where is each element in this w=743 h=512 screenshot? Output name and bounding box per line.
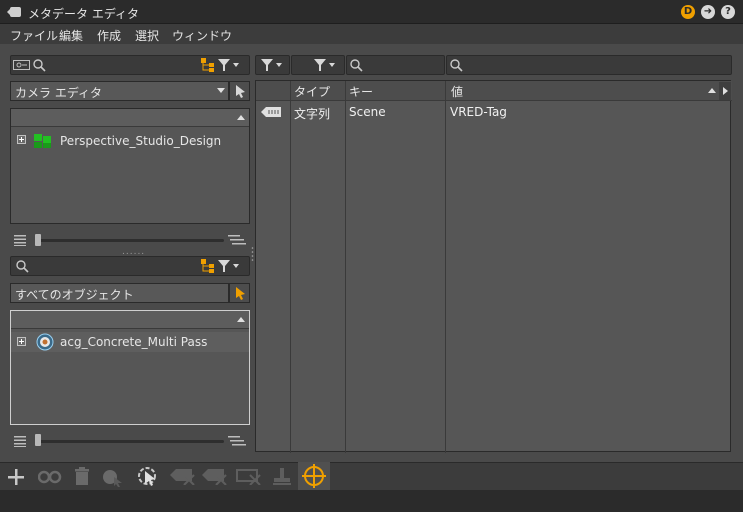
d-badge-icon[interactable]: D: [681, 5, 695, 19]
stamp-icon[interactable]: [272, 467, 292, 487]
tag-search-icon[interactable]: [13, 59, 31, 71]
tree-item-label: acg_Concrete_Multi Pass: [60, 335, 208, 349]
help-icon[interactable]: ?: [721, 5, 735, 19]
table-row[interactable]: 文字列 Scene VRED-Tag: [256, 102, 732, 122]
column-header-value[interactable]: 値: [451, 83, 463, 100]
scroll-right-icon[interactable]: [719, 82, 731, 100]
filter-icon: [314, 59, 336, 71]
type-filter-button[interactable]: [291, 55, 345, 75]
column-header-key[interactable]: キー: [349, 83, 373, 100]
status-bar: [0, 490, 743, 512]
tree-item[interactable]: Perspective_Studio_Design: [11, 131, 249, 151]
back-icon[interactable]: [7, 6, 21, 18]
menu-edit[interactable]: 編集: [59, 27, 83, 44]
list-large-icon[interactable]: [228, 234, 246, 246]
link-icon[interactable]: [38, 469, 62, 485]
remove-all-tags-icon[interactable]: [236, 467, 262, 485]
object-tree-panel: acg_Concrete_Multi Pass: [10, 310, 250, 425]
camera-editor-combo[interactable]: カメラ エディタ: [10, 81, 229, 101]
material-sphere-icon: [36, 333, 54, 351]
target-icon[interactable]: [298, 462, 330, 490]
vertical-splitter[interactable]: [251, 246, 254, 262]
menu-create[interactable]: 作成: [97, 27, 121, 44]
search-icon: [350, 59, 363, 72]
tree-header: [11, 109, 249, 127]
expand-plus-icon[interactable]: [17, 135, 27, 145]
filter-icon: [261, 59, 283, 71]
list-small-icon[interactable]: [14, 234, 26, 246]
zoom-slider-track[interactable]: [36, 440, 224, 443]
chevron-down-icon: [217, 88, 225, 94]
list-large-icon[interactable]: [228, 435, 246, 447]
window-title: メタデータ エディタ: [28, 7, 139, 21]
camera-editor-combo-label: カメラ エディタ: [15, 86, 102, 100]
tree-header: [11, 311, 249, 329]
tree-item-label: Perspective_Studio_Design: [60, 134, 222, 148]
add-icon[interactable]: [6, 467, 26, 487]
scene-search-field[interactable]: [10, 55, 250, 75]
tree-item[interactable]: acg_Concrete_Multi Pass: [11, 332, 249, 352]
menu-select[interactable]: 選択: [135, 27, 159, 44]
table-header: タイプ キー 値: [256, 81, 732, 101]
bottom-toolbar: [0, 462, 743, 490]
pick-camera-pointer-icon[interactable]: [229, 81, 250, 101]
column-divider[interactable]: [345, 81, 346, 453]
tag-icon: [261, 107, 281, 117]
pick-object-pointer-icon[interactable]: [229, 283, 250, 303]
sort-up-icon[interactable]: [708, 88, 716, 93]
hierarchy-icon[interactable]: [201, 259, 215, 273]
filter-icon[interactable]: [218, 260, 240, 272]
object-search-field[interactable]: [10, 256, 250, 276]
value-search-field[interactable]: [446, 55, 732, 75]
sort-up-icon[interactable]: [237, 317, 245, 322]
menu-window[interactable]: ウィンドウ: [172, 27, 232, 44]
search-icon: [33, 59, 46, 72]
menu-file[interactable]: ファイル: [10, 27, 58, 44]
remove-tag-icon[interactable]: [202, 467, 228, 485]
all-objects-combo-label: すべてのオブジェクト: [15, 288, 134, 302]
camera-group-icon: [33, 133, 53, 149]
key-search-field[interactable]: [346, 55, 445, 75]
column-divider[interactable]: [290, 81, 291, 453]
object-search-input[interactable]: [33, 258, 198, 274]
all-objects-combo[interactable]: すべてのオブジェクト: [10, 283, 229, 303]
zoom-slider-track[interactable]: [36, 239, 224, 242]
filter-icon[interactable]: [218, 59, 240, 71]
hierarchy-icon[interactable]: [201, 58, 215, 72]
delete-icon[interactable]: [74, 467, 90, 487]
cell-value[interactable]: VRED-Tag: [450, 105, 507, 119]
metadata-table: タイプ キー 値 文字列 Scene VRED-Tag: [255, 80, 732, 453]
search-icon: [16, 260, 29, 273]
zoom-slider-thumb[interactable]: [35, 434, 41, 446]
sort-up-icon[interactable]: [237, 115, 245, 120]
scene-search-input[interactable]: [49, 57, 199, 73]
apply-material-icon[interactable]: [101, 467, 123, 487]
expand-plus-icon[interactable]: [17, 337, 27, 347]
forward-icon[interactable]: ➜: [701, 5, 715, 19]
camera-tree-panel: Perspective_Studio_Design: [10, 108, 250, 224]
tag-filter-button[interactable]: [255, 55, 290, 75]
cell-key[interactable]: Scene: [349, 105, 386, 119]
column-header-type[interactable]: タイプ: [294, 83, 330, 100]
zoom-slider-thumb[interactable]: [35, 234, 41, 246]
column-divider[interactable]: [445, 81, 446, 453]
list-small-icon[interactable]: [14, 435, 26, 447]
select-tagged-icon[interactable]: [137, 465, 161, 487]
menu-bar: ファイル 編集 作成 選択 ウィンドウ: [0, 24, 743, 44]
remove-tag-icon[interactable]: [170, 467, 196, 485]
cell-type[interactable]: 文字列: [294, 105, 330, 122]
search-icon: [450, 59, 463, 72]
title-bar: メタデータ エディタ D ➜ ?: [0, 0, 743, 24]
